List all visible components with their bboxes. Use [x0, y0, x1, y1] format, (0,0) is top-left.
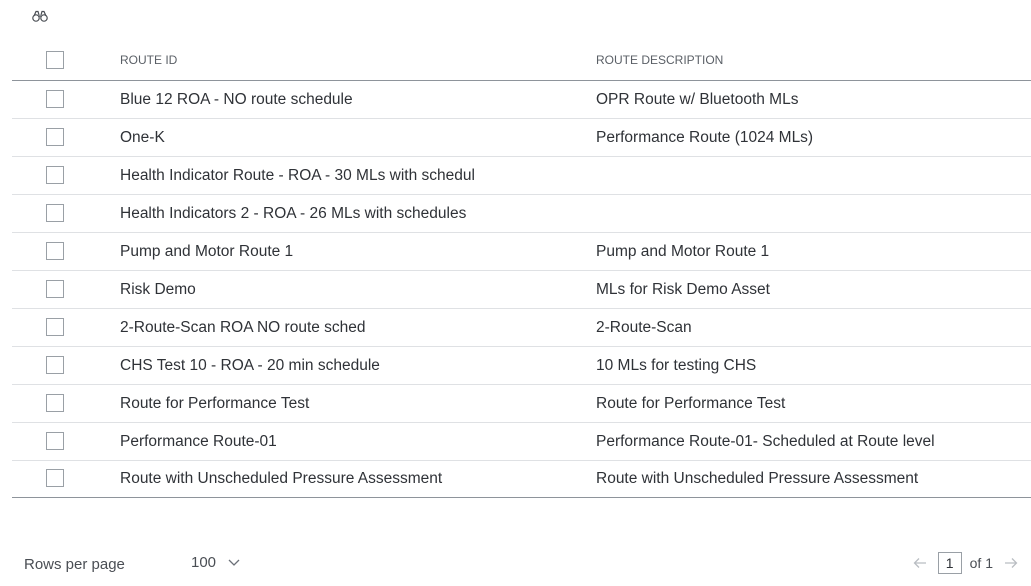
rows-per-page-label: Rows per page: [24, 556, 125, 573]
pagination: of 1: [910, 552, 1021, 574]
column-header-route-description[interactable]: ROUTE DESCRIPTION: [596, 40, 1031, 80]
table-row[interactable]: Health Indicator Route - ROA - 30 MLs wi…: [12, 157, 1031, 195]
route-description-cell: Route with Unscheduled Pressure Assessme…: [596, 470, 919, 487]
table-row[interactable]: 2-Route-Scan ROA NO route sched 2-Route-…: [12, 309, 1031, 347]
table-row[interactable]: Pump and Motor Route 1 Pump and Motor Ro…: [12, 233, 1031, 271]
column-header-route-id[interactable]: ROUTE ID: [120, 40, 585, 80]
table-body: Blue 12 ROA - NO route schedule OPR Rout…: [12, 81, 1031, 498]
route-description-cell: [596, 195, 1031, 232]
row-checkbox[interactable]: [46, 431, 64, 450]
route-id-cell: Health Indicators 2 - ROA - 26 MLs with …: [120, 204, 467, 222]
chevron-down-icon: [228, 559, 240, 566]
route-id-cell: Performance Route-01: [120, 432, 277, 450]
route-description-cell: Performance Route (1024 MLs): [596, 128, 814, 146]
row-checkbox[interactable]: [46, 469, 64, 487]
arrow-right-icon: [1005, 558, 1018, 568]
table-row[interactable]: One-K Performance Route (1024 MLs): [12, 119, 1031, 157]
table-header: ROUTE ID ROUTE DESCRIPTION: [12, 40, 1031, 81]
rows-per-page-select[interactable]: 100: [191, 554, 240, 571]
route-id-cell: Health Indicator Route - ROA - 30 MLs wi…: [120, 166, 475, 184]
row-checkbox[interactable]: [46, 127, 64, 146]
route-description-cell: 10 MLs for testing CHS: [596, 356, 757, 374]
route-description-cell: Pump and Motor Route 1: [596, 242, 770, 260]
row-checkbox[interactable]: [46, 241, 64, 260]
routes-table: ROUTE ID ROUTE DESCRIPTION Blue 12 ROA -…: [12, 40, 1031, 498]
previous-page-button[interactable]: [910, 553, 930, 573]
route-list-page: ROUTE ID ROUTE DESCRIPTION Blue 12 ROA -…: [0, 0, 1031, 586]
route-description-cell: Route for Performance Test: [596, 394, 786, 412]
page-count-label: of 1: [969, 555, 993, 571]
route-id-cell: CHS Test 10 - ROA - 20 min schedule: [120, 356, 380, 374]
route-id-cell: Route for Performance Test: [120, 394, 310, 412]
row-checkbox[interactable]: [46, 393, 64, 412]
table-row[interactable]: Health Indicators 2 - ROA - 26 MLs with …: [12, 195, 1031, 233]
row-checkbox[interactable]: [46, 165, 64, 184]
arrow-left-icon: [913, 558, 926, 568]
binoculars-icon: [32, 10, 48, 22]
row-checkbox[interactable]: [46, 203, 64, 222]
route-id-cell: 2-Route-Scan ROA NO route sched: [120, 318, 366, 336]
table-row[interactable]: Route for Performance Test Route for Per…: [12, 385, 1031, 423]
row-checkbox[interactable]: [46, 279, 64, 298]
table-footer: Rows per page 100 of 1: [0, 548, 1031, 580]
table-row[interactable]: Route with Unscheduled Pressure Assessme…: [12, 461, 1031, 498]
table-row[interactable]: Blue 12 ROA - NO route schedule OPR Rout…: [12, 81, 1031, 119]
row-checkbox[interactable]: [46, 89, 64, 108]
page-number-input[interactable]: [937, 552, 962, 574]
route-description-cell: Performance Route-01- Scheduled at Route…: [596, 432, 935, 450]
table-row[interactable]: Performance Route-01 Performance Route-0…: [12, 423, 1031, 461]
row-checkbox[interactable]: [46, 317, 64, 336]
route-id-cell: Blue 12 ROA - NO route schedule: [120, 90, 353, 108]
route-id-cell: One-K: [120, 128, 165, 146]
route-id-cell: Risk Demo: [120, 280, 196, 298]
route-id-cell: Pump and Motor Route 1: [120, 242, 294, 260]
row-checkbox[interactable]: [46, 355, 64, 374]
route-description-cell: 2-Route-Scan: [596, 318, 692, 336]
route-description-cell: [596, 157, 1031, 194]
rows-per-page-value: 100: [191, 554, 217, 571]
route-description-cell: MLs for Risk Demo Asset: [596, 280, 770, 298]
find-button[interactable]: [31, 8, 49, 24]
table-row[interactable]: Risk Demo MLs for Risk Demo Asset: [12, 271, 1031, 309]
next-page-button[interactable]: [1001, 553, 1021, 573]
route-id-cell: Route with Unscheduled Pressure Assessme…: [120, 470, 443, 487]
select-all-checkbox[interactable]: [46, 51, 64, 69]
route-description-cell: OPR Route w/ Bluetooth MLs: [596, 90, 799, 108]
table-row[interactable]: CHS Test 10 - ROA - 20 min schedule 10 M…: [12, 347, 1031, 385]
